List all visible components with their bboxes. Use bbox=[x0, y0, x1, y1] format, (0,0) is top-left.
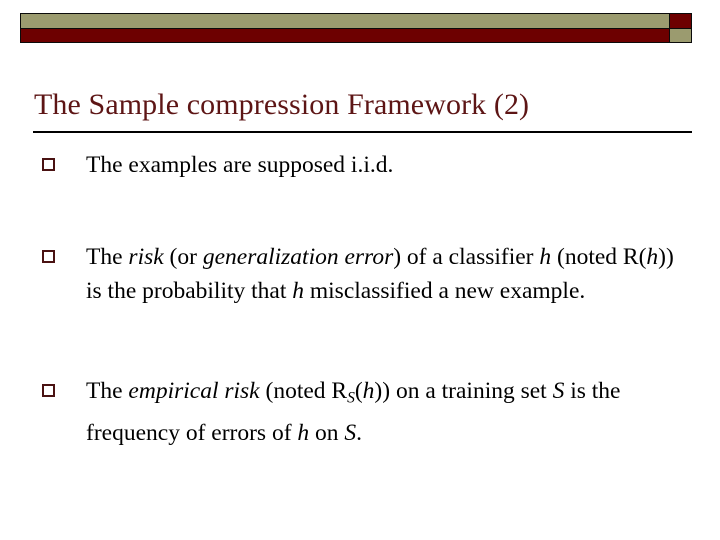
banner-olive-bar bbox=[20, 13, 670, 29]
banner-corner-dark-red-square bbox=[669, 13, 692, 29]
bullet-text-1: The examples are supposed i.i.d. bbox=[86, 152, 394, 178]
hollow-square-bullet-icon bbox=[42, 250, 55, 263]
slide-body: The examples are supposed i.i.d. The ris… bbox=[0, 148, 720, 450]
bullet-text-3: The empirical risk (noted RS(h)) on a tr… bbox=[86, 378, 621, 446]
slide-title: The Sample compression Framework (2) bbox=[34, 88, 530, 121]
bullet-text-2: The risk (or generalization error) of a … bbox=[86, 244, 674, 304]
hollow-square-bullet-icon bbox=[42, 384, 55, 397]
slide-page: { "slide": { "title": "The Sample compre… bbox=[0, 0, 720, 540]
bullet-item-1: The examples are supposed i.i.d. bbox=[0, 148, 720, 182]
bullet-item-3: The empirical risk (noted RS(h)) on a tr… bbox=[0, 374, 720, 450]
hollow-square-bullet-icon bbox=[42, 158, 55, 171]
bullet-item-2: The risk (or generalization error) of a … bbox=[0, 240, 720, 308]
banner-dark-red-bar bbox=[20, 28, 670, 43]
banner-corner-olive-square bbox=[669, 28, 692, 43]
title-underline-rule bbox=[33, 131, 692, 133]
header-banner bbox=[20, 13, 692, 43]
